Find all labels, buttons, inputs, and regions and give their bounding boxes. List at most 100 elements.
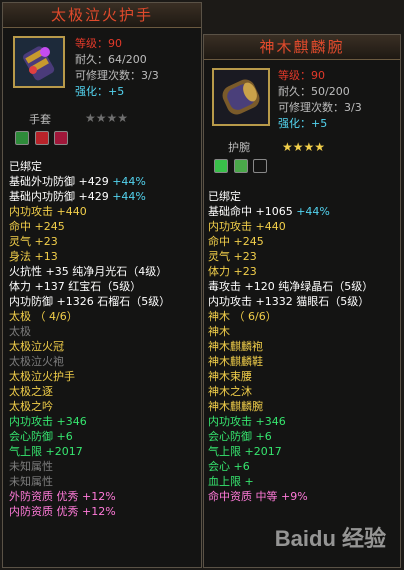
stat-text: 血上限 + [208, 475, 254, 488]
star-icon: ★ [292, 140, 304, 154]
right-gem-sockets [214, 158, 269, 173]
stat-line: 神木麒麟袍 [208, 339, 400, 354]
stat-line: 内防资质 优秀 +12% [9, 504, 201, 519]
stat-text: 神木麒麟袍 [208, 340, 263, 353]
stat-text: 基础内功防御 +429 [9, 190, 113, 203]
stat-line: 会心防御 +6 [9, 429, 201, 444]
stat-line: 灵气 +23 [208, 249, 400, 264]
stat-text: 太极泣火冠 [9, 340, 64, 353]
stat-bonus: +44% [112, 190, 146, 203]
stat-line: 身法 +13 [9, 249, 201, 264]
stat-text: 已绑定 [208, 190, 241, 203]
stat-line: 基础外功防御 +429 +44% [9, 174, 201, 189]
stat-line: 太极泣火袍 [9, 354, 201, 369]
gauntlet-icon [13, 36, 65, 88]
stat-text: 神木 [208, 325, 230, 338]
stat-line: 体力 +137 红宝石（5级） [9, 279, 201, 294]
stat-line: 神木麒麟鞋 [208, 354, 400, 369]
stat-text: 灵气 +23 [208, 250, 257, 263]
stat-line: 血上限 + [208, 474, 400, 489]
stat-text: 神木麒麟腕 [208, 400, 263, 413]
stat-line: 未知属性 [9, 459, 201, 474]
stat-line: 火抗性 +35 纯净月光石（4级） [9, 264, 201, 279]
stat-text: 内功攻击 +1332 猫眼石（5级） [208, 295, 370, 308]
stat-text: 气上限 +2017 [208, 445, 282, 458]
stat-line: 命中资质 中等 +9% [208, 489, 400, 504]
green-gem-icon[interactable] [15, 131, 29, 145]
right-level: 等级：90 [278, 69, 325, 82]
stat-text: 太极之吟 [9, 400, 53, 413]
baidu-watermark: Baidu 经验 [274, 526, 386, 551]
stat-line: 内功攻击 +440 [208, 219, 400, 234]
garnet-gem-icon[interactable] [54, 131, 68, 145]
left-item-tooltip: 太极泣火护手 等级：90 耐久：64/200 可修理次数：3/3 强化：+5 手… [2, 2, 202, 568]
stat-text: 神木之沐 [208, 385, 252, 398]
empty-socket-icon[interactable] [253, 159, 267, 173]
stat-line: 会心防御 +6 [208, 429, 400, 444]
stat-line: 内功防御 +1326 石榴石（5级） [9, 294, 201, 309]
stat-line: 太极之逐 [9, 384, 201, 399]
stat-line: 会心 +6 [208, 459, 400, 474]
red-gem-icon[interactable] [34, 131, 49, 145]
stat-line: 未知属性 [9, 474, 201, 489]
left-stat-list: 已绑定 基础外功防御 +429 +44% 基础内功防御 +429 +44% 内功攻击 … [9, 159, 201, 519]
star-icon: ★ [117, 111, 129, 125]
stat-text: 内功攻击 +440 [208, 220, 286, 233]
stat-line: 已绑定 [208, 189, 400, 204]
stat-text: 气上限 +2017 [9, 445, 83, 458]
stat-text: 身法 +13 [9, 250, 58, 263]
stat-line: 内功攻击 +346 [208, 414, 400, 429]
stat-text: 太极 （ 4/6） [9, 310, 78, 323]
stat-line: 太极之吟 [9, 399, 201, 414]
left-durability: 耐久：64/200 [75, 53, 147, 66]
stat-text: 灵气 +23 [9, 235, 58, 248]
stat-text: 火抗性 +35 纯净月光石（4级） [9, 265, 168, 278]
stat-line: 太极 [9, 324, 201, 339]
left-enhance: 强化：+5 [75, 85, 125, 98]
stat-text: 未知属性 [9, 460, 53, 473]
right-item-name: 神木麒麟腕 [204, 35, 400, 60]
stat-text: 体力 +23 [208, 265, 257, 278]
green-gem-icon[interactable] [214, 159, 228, 173]
star-icon: ★ [314, 140, 326, 154]
star-icon: ★ [95, 111, 107, 125]
stat-text: 基础命中 +1065 [208, 205, 297, 218]
stat-text: 神木麒麟鞋 [208, 355, 263, 368]
stat-line: 命中 +245 [208, 234, 400, 249]
stat-line: 毒攻击 +120 纯净绿晶石（5级） [208, 279, 400, 294]
stat-text: 外防资质 优秀 +12% [9, 490, 116, 503]
stat-line: 太极泣火冠 [9, 339, 201, 354]
stat-text: 内功防御 +1326 石榴石（5级） [9, 295, 171, 308]
stat-text: 会心 +6 [208, 460, 250, 473]
stat-line: 太极 （ 4/6） [9, 309, 201, 324]
stat-line: 神木 （ 6/6） [208, 309, 400, 324]
left-star-rating: ★★★★ [85, 111, 128, 126]
left-level: 等级：90 [75, 37, 122, 50]
left-gem-sockets [15, 130, 70, 145]
bracer-icon [212, 68, 270, 126]
stat-text: 已绑定 [9, 160, 42, 173]
stat-text: 命中 +245 [208, 235, 264, 248]
star-icon: ★ [303, 140, 315, 154]
stat-text: 命中 +245 [9, 220, 65, 233]
right-repair-count: 可修理次数：3/3 [278, 101, 362, 114]
right-star-rating: ★★★★ [282, 140, 325, 155]
stat-line: 气上限 +2017 [9, 444, 201, 459]
star-icon: ★ [106, 111, 118, 125]
left-repair-count: 可修理次数：3/3 [75, 69, 159, 82]
left-slot-label: 手套 [29, 113, 51, 126]
stat-line: 命中 +245 [9, 219, 201, 234]
stat-line: 已绑定 [9, 159, 201, 174]
stat-line: 内功攻击 +440 [9, 204, 201, 219]
green-gem-icon[interactable] [233, 159, 248, 173]
stat-text: 太极之逐 [9, 385, 53, 398]
stat-line: 内功攻击 +346 [9, 414, 201, 429]
star-icon: ★ [85, 111, 96, 125]
stat-line: 内功攻击 +1332 猫眼石（5级） [208, 294, 400, 309]
stat-text: 内功攻击 +346 [9, 415, 87, 428]
stat-text: 会心防御 +6 [9, 430, 73, 443]
stat-line: 神木 [208, 324, 400, 339]
stat-text: 毒攻击 +120 纯净绿晶石（5级） [208, 280, 374, 293]
stat-line: 体力 +23 [208, 264, 400, 279]
stat-line: 外防资质 优秀 +12% [9, 489, 201, 504]
